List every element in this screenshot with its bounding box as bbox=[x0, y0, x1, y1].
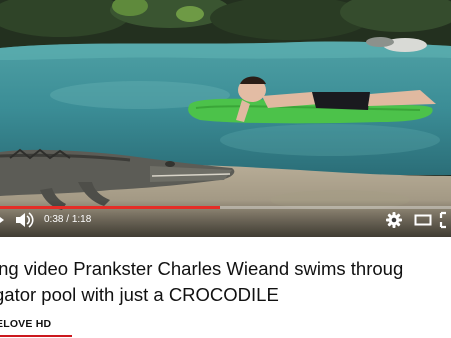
progress-bar-played bbox=[0, 206, 220, 209]
video-title: ing video Prankster Charles Wieand swims… bbox=[0, 256, 451, 308]
player-controls: 0:38 / 1:18 bbox=[0, 200, 451, 237]
fullscreen-button[interactable] bbox=[439, 211, 451, 229]
time-display: 0:38 / 1:18 bbox=[44, 214, 91, 225]
play-icon bbox=[0, 217, 4, 223]
fullscreen-icon bbox=[439, 211, 446, 229]
progress-bar[interactable] bbox=[0, 206, 451, 209]
time-separator: / bbox=[66, 214, 70, 225]
volume-icon bbox=[16, 212, 34, 228]
play-button[interactable] bbox=[0, 213, 10, 227]
volume-button[interactable] bbox=[14, 211, 34, 229]
gear-icon bbox=[386, 212, 402, 228]
video-title-line-1: ing video Prankster Charles Wieand swims… bbox=[0, 258, 404, 279]
theater-mode-button[interactable] bbox=[414, 212, 432, 228]
current-time: 0:38 bbox=[44, 214, 64, 225]
theater-mode-icon bbox=[414, 214, 432, 226]
channel-underline bbox=[0, 335, 72, 337]
video-title-line-2: gator pool with just a CROCODILE bbox=[0, 284, 279, 305]
channel-name[interactable]: ELOVE HD bbox=[0, 318, 51, 330]
settings-button[interactable] bbox=[385, 211, 403, 229]
duration: 1:18 bbox=[71, 214, 92, 225]
video-player[interactable]: 0:38 / 1:18 bbox=[0, 0, 451, 237]
